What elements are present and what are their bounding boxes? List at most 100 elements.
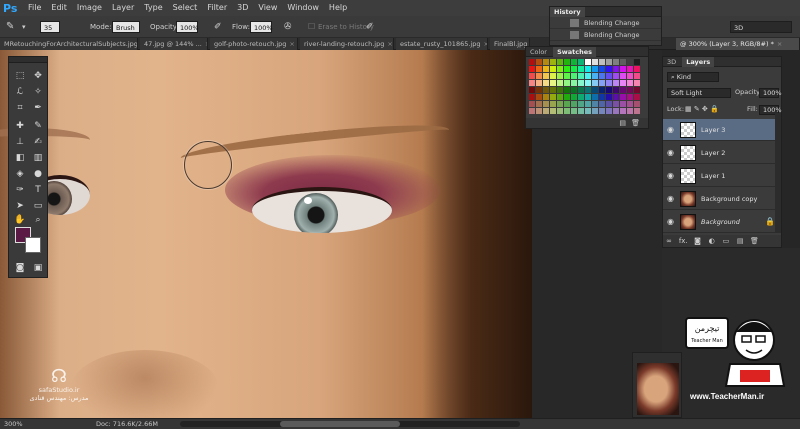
color-swatch[interactable] xyxy=(606,66,612,72)
color-swatch[interactable] xyxy=(557,73,563,79)
color-swatch[interactable] xyxy=(627,66,633,72)
color-swatch[interactable] xyxy=(564,87,570,93)
color-swatch[interactable] xyxy=(606,80,612,86)
layer-filter-kind-select[interactable]: ⌕ Kind xyxy=(667,72,719,82)
color-swatch[interactable] xyxy=(536,73,542,79)
color-swatch[interactable] xyxy=(613,94,619,100)
menu-help[interactable]: Help xyxy=(324,0,352,16)
color-swatch[interactable] xyxy=(536,80,542,86)
shape-tool-icon[interactable]: ▭ xyxy=(30,199,46,213)
color-swatch[interactable] xyxy=(592,66,598,72)
color-swatch[interactable] xyxy=(550,66,556,72)
color-swatch[interactable] xyxy=(606,73,612,79)
lasso-tool-icon[interactable]: ℒ xyxy=(12,85,28,99)
new-layer-icon[interactable]: ▤ xyxy=(734,235,746,247)
color-swatch[interactable] xyxy=(634,59,640,65)
clone-stamp-tool-icon[interactable]: ⊥ xyxy=(12,135,28,149)
menu-window[interactable]: Window xyxy=(282,0,324,16)
color-swatch[interactable] xyxy=(627,59,633,65)
horizontal-scrollbar[interactable] xyxy=(180,421,520,427)
color-swatch[interactable] xyxy=(585,108,591,114)
pressure-size-icon[interactable]: ✐ xyxy=(366,20,374,34)
quick-select-tool-icon[interactable]: ✧ xyxy=(30,85,46,99)
workspace-select[interactable]: 3D xyxy=(730,21,792,33)
color-swatch[interactable] xyxy=(634,108,640,114)
color-swatch[interactable] xyxy=(613,73,619,79)
adjustment-layer-icon[interactable]: ◐ xyxy=(706,235,718,247)
color-swatch[interactable] xyxy=(620,108,626,114)
mode-select[interactable]: Brush xyxy=(112,21,140,33)
color-swatch[interactable] xyxy=(536,66,542,72)
color-swatch[interactable] xyxy=(634,94,640,100)
layer-row-layer-3[interactable]: ◉ Layer 3 xyxy=(663,119,781,141)
color-swatch[interactable] xyxy=(627,87,633,93)
eye-icon[interactable]: ◉ xyxy=(667,171,677,181)
color-swatch[interactable] xyxy=(571,101,577,107)
color-swatch[interactable] xyxy=(529,73,535,79)
color-swatch[interactable] xyxy=(557,101,563,107)
color-swatch[interactable] xyxy=(585,87,591,93)
brush-tool-icon[interactable]: ✎ xyxy=(30,119,46,133)
tab-doc-1[interactable]: MRetouchingForArchitecturalSubjects.jpg× xyxy=(0,38,138,50)
color-swatch[interactable] xyxy=(592,101,598,107)
path-select-tool-icon[interactable]: ➤ xyxy=(12,199,28,213)
swatch-grid[interactable] xyxy=(529,59,646,115)
close-icon[interactable]: × xyxy=(289,40,294,48)
color-swatch[interactable] xyxy=(599,59,605,65)
color-swatch[interactable] xyxy=(634,80,640,86)
hand-tool-icon[interactable]: ✋ xyxy=(12,213,28,227)
color-swatch[interactable] xyxy=(557,80,563,86)
color-swatch[interactable] xyxy=(571,73,577,79)
color-swatch[interactable] xyxy=(557,87,563,93)
eraser-tool-icon[interactable]: ◧ xyxy=(12,151,28,165)
color-swatch[interactable] xyxy=(606,101,612,107)
zoom-level[interactable]: 300% xyxy=(4,419,23,429)
color-swatch[interactable] xyxy=(592,80,598,86)
color-swatch[interactable] xyxy=(529,87,535,93)
color-swatch[interactable] xyxy=(634,73,640,79)
lock-options-icon[interactable]: ▦ ✎ ✥ 🔒 xyxy=(685,104,719,115)
color-swatch[interactable] xyxy=(627,73,633,79)
zoom-tool-icon[interactable]: ⌕ xyxy=(30,213,46,227)
color-swatch[interactable] xyxy=(550,59,556,65)
color-swatch[interactable] xyxy=(606,108,612,114)
tab-doc-6[interactable]: FinalBl.jpg xyxy=(490,38,530,50)
color-swatch[interactable] xyxy=(564,73,570,79)
color-swatch[interactable] xyxy=(585,80,591,86)
color-swatch[interactable] xyxy=(529,80,535,86)
color-swatch[interactable] xyxy=(543,87,549,93)
color-swatch[interactable] xyxy=(557,59,563,65)
layer-row-layer-1[interactable]: ◉ Layer 1 xyxy=(663,165,781,187)
color-swatch[interactable] xyxy=(564,108,570,114)
tab-history[interactable]: History xyxy=(550,7,585,17)
color-swatch[interactable] xyxy=(620,94,626,100)
airbrush-icon[interactable]: ✇ xyxy=(284,20,292,34)
color-swatch[interactable] xyxy=(620,101,626,107)
eyedropper-tool-icon[interactable]: ✒ xyxy=(30,101,46,115)
color-swatch[interactable] xyxy=(571,80,577,86)
eye-icon[interactable]: ◉ xyxy=(667,194,677,204)
tab-doc-5[interactable]: estate_rusty_101865.jpg× xyxy=(396,38,488,50)
blur-tool-icon[interactable]: ◈ xyxy=(12,167,28,181)
color-swatch[interactable] xyxy=(606,87,612,93)
color-swatch[interactable] xyxy=(599,80,605,86)
color-swatch[interactable] xyxy=(543,108,549,114)
color-swatch[interactable] xyxy=(550,94,556,100)
close-icon[interactable]: × xyxy=(777,40,782,48)
color-swatch[interactable] xyxy=(599,73,605,79)
color-swatch[interactable] xyxy=(543,94,549,100)
color-swatch[interactable] xyxy=(592,73,598,79)
close-icon[interactable]: × xyxy=(205,40,207,48)
color-swatch[interactable] xyxy=(543,66,549,72)
color-swatch[interactable] xyxy=(557,94,563,100)
link-layers-icon[interactable]: ∞ xyxy=(663,235,675,247)
color-swatch[interactable] xyxy=(564,101,570,107)
trash-icon[interactable]: 🗑 xyxy=(631,118,640,128)
color-swatch[interactable] xyxy=(529,101,535,107)
color-swatch[interactable] xyxy=(529,94,535,100)
toolbox-grip[interactable] xyxy=(9,57,47,63)
history-item[interactable]: Blending Change xyxy=(550,17,661,29)
color-swatch[interactable] xyxy=(536,94,542,100)
tab-swatches[interactable]: Swatches xyxy=(553,47,596,57)
history-brush-tool-icon[interactable]: ✍ xyxy=(30,135,46,149)
